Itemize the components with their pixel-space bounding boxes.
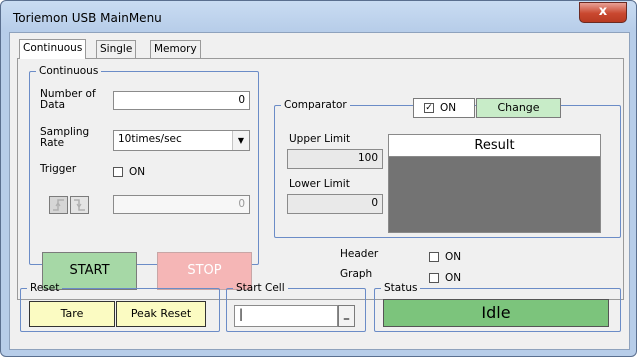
comparator-on-label: ON xyxy=(440,102,457,114)
header-on-checkbox[interactable] xyxy=(429,252,439,262)
trigger-on-label: ON xyxy=(129,166,146,178)
graph-label: Graph xyxy=(340,268,373,280)
start-cell-input[interactable]: | xyxy=(234,305,338,327)
sampling-rate-select[interactable]: 10times/sec ▼ xyxy=(113,130,250,151)
header-label: Header xyxy=(340,248,379,260)
start-cell-button[interactable]: _ xyxy=(338,305,355,327)
window-title: Toriemon USB MainMenu xyxy=(13,11,162,25)
start-cell-group-label: Start Cell xyxy=(236,282,285,294)
number-of-data-field[interactable]: 0 xyxy=(113,91,250,110)
rising-edge-button[interactable] xyxy=(49,196,68,214)
upper-limit-label: Upper Limit xyxy=(289,133,351,145)
continuous-group-label: Continuous xyxy=(39,65,99,77)
tab-panel-continuous: Continuous Number of Data 0 Sampling Rat… xyxy=(17,58,624,300)
comparator-group-label: Comparator xyxy=(284,99,347,111)
status-display: Idle xyxy=(383,299,609,327)
reset-group-label: Reset xyxy=(30,282,60,294)
upper-limit-field[interactable]: 100 xyxy=(287,149,383,169)
trigger-label: Trigger xyxy=(40,163,77,175)
lower-limit-label: Lower Limit xyxy=(289,178,350,190)
trigger-on-checkbox[interactable] xyxy=(113,167,123,177)
lower-limit-field[interactable]: 0 xyxy=(287,194,383,214)
trigger-level-field[interactable]: 0 xyxy=(113,195,250,214)
tab-memory[interactable]: Memory xyxy=(150,40,201,58)
peak-reset-button[interactable]: Peak Reset xyxy=(116,301,206,327)
rising-edge-icon xyxy=(53,199,64,211)
comparator-on-checkbox[interactable]: ✓ xyxy=(424,103,434,113)
client-area: Continuous Single Memory Continuous Numb… xyxy=(9,32,630,350)
title-bar[interactable]: Toriemon USB MainMenu x xyxy=(1,1,636,35)
close-icon: x xyxy=(598,4,608,19)
sampling-rate-label: Sampling Rate xyxy=(40,126,90,149)
header-on-label: ON xyxy=(445,251,462,263)
falling-edge-icon xyxy=(74,199,85,211)
tab-continuous[interactable]: Continuous xyxy=(19,39,87,59)
change-button[interactable]: Change xyxy=(476,98,561,118)
text-caret-icon: | xyxy=(239,307,244,321)
close-button[interactable]: x xyxy=(579,2,627,23)
tab-single[interactable]: Single xyxy=(96,40,137,58)
result-panel: Result xyxy=(388,134,601,233)
main-window: Toriemon USB MainMenu x Continuous Singl… xyxy=(0,0,637,357)
result-label: Result xyxy=(389,135,600,157)
falling-edge-button[interactable] xyxy=(70,196,89,214)
status-group-label: Status xyxy=(384,282,418,294)
sampling-rate-value: 10times/sec xyxy=(118,133,182,145)
chevron-down-icon[interactable]: ▼ xyxy=(232,131,249,150)
number-of-data-label: Number of Data xyxy=(40,88,96,111)
tare-button[interactable]: Tare xyxy=(29,301,115,327)
